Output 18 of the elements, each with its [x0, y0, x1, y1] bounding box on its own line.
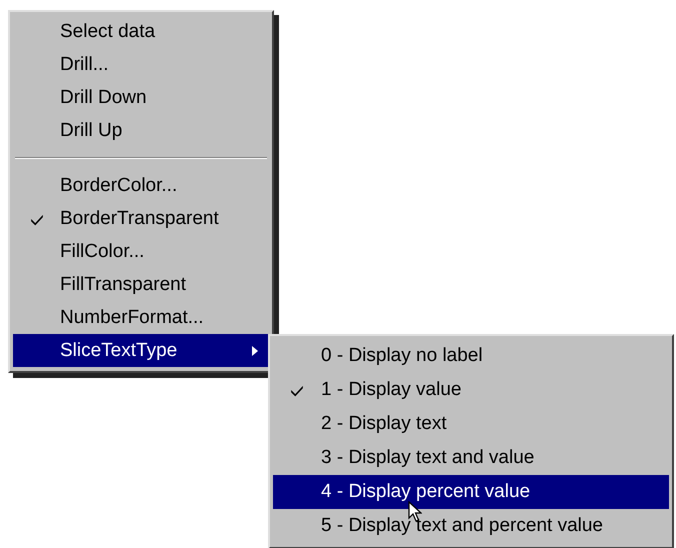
menu-item[interactable]: FillTransparent [13, 268, 269, 301]
menu-item[interactable]: Drill Down [13, 81, 269, 114]
menu-item[interactable]: 4 - Display percent value [273, 475, 669, 509]
checkmark-icon [290, 383, 304, 397]
menu-item[interactable]: BorderColor... [13, 169, 269, 202]
menu-item[interactable]: FillColor... [13, 235, 269, 268]
menu-item[interactable]: Drill Up [13, 114, 269, 147]
menu-item[interactable]: 5 - Display text and percent value [273, 509, 669, 543]
menu-item[interactable]: 1 - Display value [273, 373, 669, 407]
menu-item[interactable]: Select data [13, 15, 269, 48]
menu-item[interactable]: Drill... [13, 48, 269, 81]
menu-item[interactable]: NumberFormat... [13, 301, 269, 334]
menu-item[interactable]: BorderTransparent [13, 202, 269, 235]
menu-item[interactable]: 3 - Display text and value [273, 441, 669, 475]
menu-item[interactable]: 0 - Display no label [273, 339, 669, 373]
menu-item[interactable]: SliceTextType [13, 334, 269, 367]
submenu-arrow-icon [251, 344, 259, 356]
menu-item[interactable]: 2 - Display text [273, 407, 669, 441]
